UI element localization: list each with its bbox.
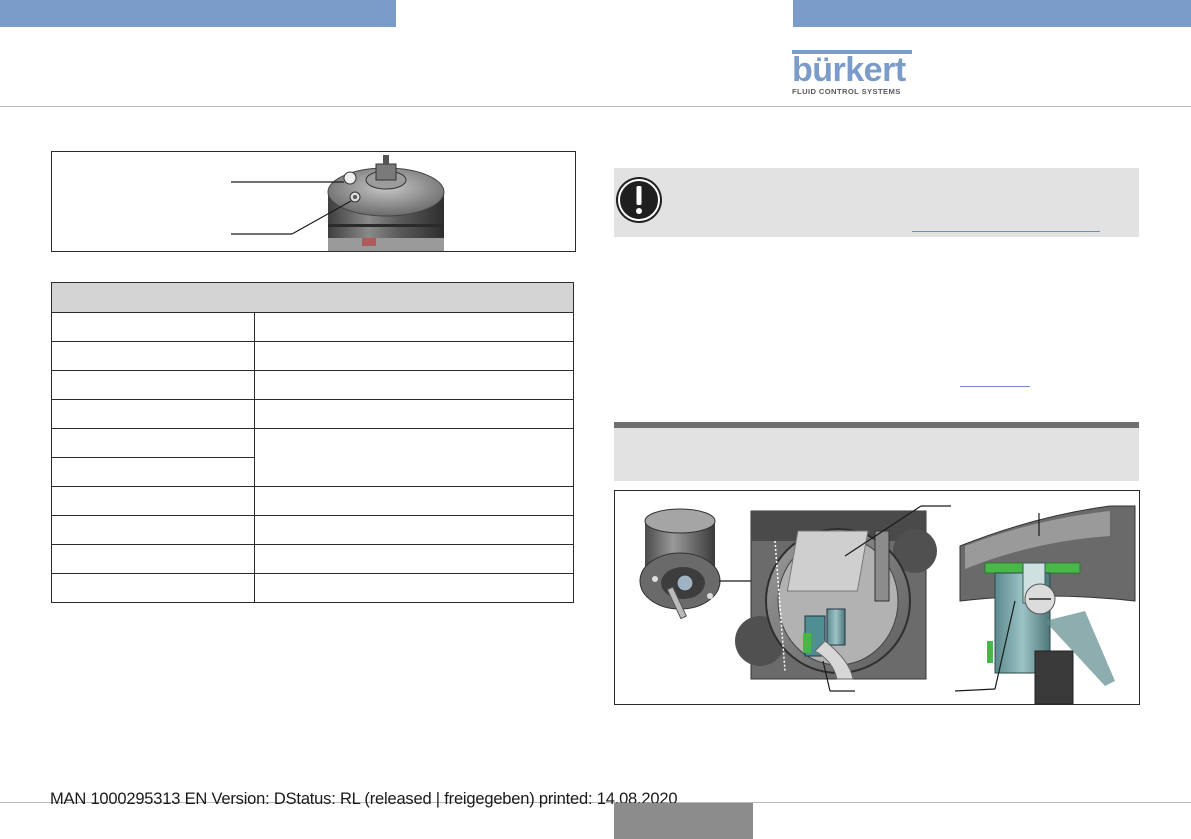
table-cell: [51, 312, 255, 342]
table-row: [51, 573, 574, 603]
exclamation-circle-icon: [616, 177, 662, 223]
table-cell: [51, 515, 255, 545]
table-cell: [254, 515, 574, 545]
header-bar-right: [793, 0, 1191, 27]
table-cell-merged: [254, 428, 574, 487]
page-number-tab: [614, 803, 753, 839]
table-cell: [51, 370, 255, 400]
table-header-row: [51, 282, 574, 313]
table-cell: [51, 399, 255, 429]
device-small-view: [639, 508, 721, 620]
detail-internal-view: [735, 510, 937, 680]
table-row: [51, 341, 574, 371]
table-cell: [51, 341, 255, 371]
table-header-cell: [51, 282, 574, 313]
device-top-figure: [51, 151, 576, 252]
table-cell: [51, 486, 255, 516]
table-row: [51, 515, 574, 545]
assembly-figure: [614, 490, 1140, 705]
table-cell: [51, 428, 255, 458]
table-row: [51, 428, 574, 487]
table-cell: [254, 341, 574, 371]
detail-connector-view: [959, 505, 1136, 704]
table-cell: [51, 457, 255, 487]
header-divider: [0, 106, 1191, 107]
table-cell: [254, 573, 574, 603]
table-cell: [254, 399, 574, 429]
logo-wordmark: bürkert: [792, 51, 906, 89]
table-row: [51, 544, 574, 574]
table-row: [51, 312, 574, 342]
table-row: [51, 486, 574, 516]
table-cell: [254, 312, 574, 342]
table-cell: [254, 544, 574, 574]
table-cell: [51, 544, 255, 574]
table-cell: [51, 573, 255, 603]
logo-subtitle: FLUID CONTROL SYSTEMS: [792, 87, 901, 96]
section-heading-bar: [614, 422, 1139, 481]
spec-table: [51, 282, 574, 603]
table-row: [51, 399, 574, 429]
assembly-illustration: [639, 505, 1136, 704]
table-row: [51, 370, 574, 400]
table-cell: [254, 486, 574, 516]
note-link-underline[interactable]: [912, 231, 1100, 232]
note-box: [614, 168, 1139, 237]
brand-logo: bürkert FLUID CONTROL SYSTEMS: [792, 50, 914, 96]
table-cell: [254, 370, 574, 400]
header-bar-left: [0, 0, 396, 27]
print-status-line: MAN 1000295313 EN Version: DStatus: RL (…: [50, 790, 678, 808]
device-top-illustration: [231, 155, 445, 251]
reference-link-underline[interactable]: [960, 386, 1030, 387]
